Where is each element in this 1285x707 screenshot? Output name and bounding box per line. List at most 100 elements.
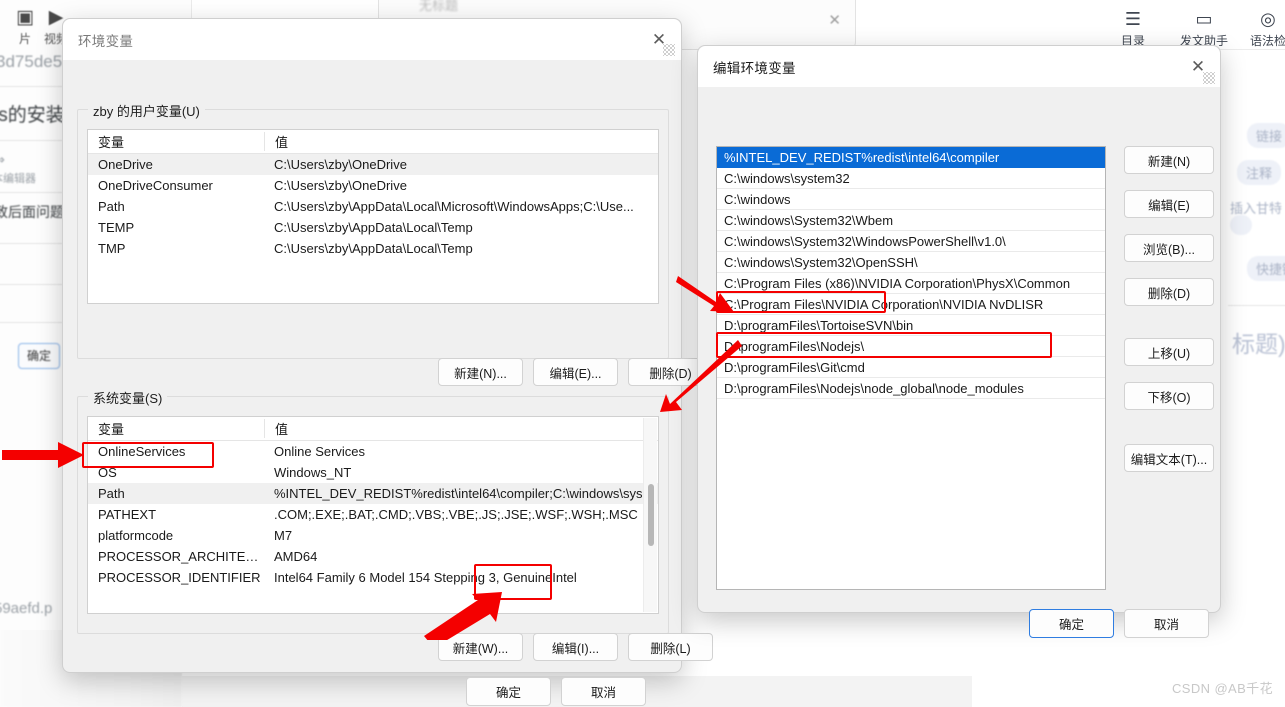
edit-dialog-resize-grip[interactable] <box>1203 72 1215 84</box>
background-pill-shortcut[interactable]: 快捷键 <box>1247 256 1285 281</box>
system-table-header: 变量 值 <box>88 417 658 441</box>
entry-browse-button[interactable]: 浏览(B)... <box>1124 234 1214 262</box>
list-item[interactable]: C:\windows\System32\Wbem <box>717 210 1105 231</box>
system-row-name: PROCESSOR_IDENTIFIER <box>98 570 261 585</box>
background-right-title: 标题) <box>1232 331 1285 357</box>
list-item[interactable]: C:\windows\system32 <box>717 168 1105 189</box>
background-mid-window-title: 无标题 <box>419 0 459 13</box>
entry-edit-text-button[interactable]: 编辑文本(T)... <box>1124 444 1214 472</box>
background-pill-link[interactable]: 链接 <box>1247 123 1285 148</box>
user-row-value: C:\Users\zby\OneDrive <box>274 178 407 193</box>
user-row-value: C:\Users\zby\AppData\Local\Temp <box>274 241 473 256</box>
list-item[interactable]: C:\windows\System32\WindowsPowerShell\v1… <box>717 231 1105 252</box>
user-row-name: TEMP <box>98 220 135 235</box>
entry-move-down-button[interactable]: 下移(O) <box>1124 382 1214 410</box>
table-row[interactable]: TMP C:\Users\zby\AppData\Local\Temp <box>88 238 658 259</box>
table-row[interactable]: platformcode M7 <box>88 525 658 546</box>
edit-cancel-button[interactable]: 取消 <box>1124 609 1209 638</box>
background-pill-comment[interactable]: 注释 <box>1237 160 1282 185</box>
system-row-name: OnlineServices <box>98 444 186 459</box>
list-item[interactable]: D:\programFiles\TortoiseSVN\bin <box>717 315 1105 336</box>
user-row-name: OneDriveConsumer <box>98 178 213 193</box>
system-table-col-name: 变量 <box>98 422 125 437</box>
system-row-value: Intel64 Family 6 Model 154 Stepping 3, G… <box>274 570 577 585</box>
system-delete-button[interactable]: 删除(L) <box>628 633 713 661</box>
table-row[interactable]: OnlineServices Online Services <box>88 441 658 462</box>
user-table-col-name: 变量 <box>98 135 125 150</box>
env-dialog-resize-grip[interactable] <box>663 44 675 56</box>
system-row-name: PATHEXT <box>98 507 157 522</box>
path-entries-listbox[interactable]: %INTEL_DEV_REDIST%redist\intel64\compile… <box>716 146 1106 590</box>
system-variables-table[interactable]: 变量 值 OnlineServices Online Services OS W… <box>87 416 659 614</box>
system-row-value: AMD64 <box>274 549 318 564</box>
env-dialog-titlebar: 环境变量 ✕ <box>63 19 681 61</box>
list-item[interactable]: %INTEL_DEV_REDIST%redist\intel64\compile… <box>717 147 1105 168</box>
system-row-name: PROCESSOR_ARCHITECT... <box>98 549 264 564</box>
system-row-name: platformcode <box>98 528 174 543</box>
environment-variables-dialog: 环境变量 ✕ zby 的用户变量(U) 变量 值 OneDrive C:\Use… <box>62 18 713 706</box>
list-item[interactable]: C:\windows <box>717 189 1105 210</box>
toc-icon[interactable]: ☰ 目录 <box>1112 10 1154 49</box>
table-row[interactable]: TEMP C:\Users\zby\AppData\Local\Temp <box>88 217 658 238</box>
user-row-value: C:\Users\zby\AppData\Local\Temp <box>274 220 473 235</box>
table-row[interactable]: PROCESSOR_IDENTIFIER Intel64 Family 6 Mo… <box>88 567 658 588</box>
background-text-install: js的安装 <box>0 105 65 126</box>
user-new-button[interactable]: 新建(N)... <box>438 358 523 386</box>
list-item[interactable]: D:\programFiles\Nodejs\ <box>717 336 1105 357</box>
system-table-scroll-thumb[interactable] <box>648 484 654 546</box>
list-item[interactable]: D:\programFiles\Nodejs\node_global\node_… <box>717 378 1105 399</box>
table-row[interactable]: PATHEXT .COM;.EXE;.BAT;.CMD;.VBS;.VBE;.J… <box>88 504 658 525</box>
background-text-hand: ⇒ <box>0 152 5 168</box>
edit-dialog-titlebar: 编辑环境变量 ✕ <box>698 46 1220 88</box>
table-row[interactable]: Path C:\Users\zby\AppData\Local\Microsof… <box>88 196 658 217</box>
list-item[interactable]: C:\Program Files (x86)\NVIDIA Corporatio… <box>717 273 1105 294</box>
env-ok-button[interactable]: 确定 <box>466 677 551 706</box>
system-variables-group-label: 系统变量(S) <box>88 388 168 407</box>
table-row[interactable]: OneDrive C:\Users\zby\OneDrive <box>88 154 658 175</box>
user-edit-button[interactable]: 编辑(E)... <box>533 358 618 386</box>
user-variables-table[interactable]: 变量 值 OneDrive C:\Users\zby\OneDrive OneD… <box>87 129 659 304</box>
grammar-icon[interactable]: ◎ 语法检 <box>1242 10 1285 49</box>
user-row-value: C:\Users\zby\OneDrive <box>274 157 407 172</box>
system-table-scrollbar[interactable] <box>643 418 657 612</box>
list-item[interactable]: C:\windows\System32\OpenSSH\ <box>717 252 1105 273</box>
table-row[interactable]: Path %INTEL_DEV_REDIST%redist\intel64\co… <box>88 483 658 504</box>
system-row-name: Path <box>98 486 125 501</box>
watermark: CSDN @AB千花 <box>1172 681 1273 696</box>
system-row-name: OS <box>98 465 117 480</box>
screenshot-root: ▣ 片 ▶ 视频 3d75de5 js的安装 ⇒ 本编辑器 致后面问题多 确定 … <box>0 0 1285 707</box>
table-row[interactable]: OS Windows_NT <box>88 462 658 483</box>
background-divider-right <box>1228 305 1285 306</box>
system-new-button[interactable]: 新建(W)... <box>438 633 523 661</box>
table-row[interactable]: OneDriveConsumer C:\Users\zby\OneDrive <box>88 175 658 196</box>
env-dialog-title: 环境变量 <box>78 33 134 49</box>
system-row-value: Online Services <box>274 444 366 459</box>
assistant-icon-glyph: ▭ <box>1195 9 1213 29</box>
grammar-icon-label: 语法检 <box>1249 34 1285 48</box>
user-row-name: Path <box>98 199 125 214</box>
entry-delete-button[interactable]: 删除(D) <box>1124 278 1214 306</box>
user-table-col-value: 值 <box>264 132 658 151</box>
table-row[interactable]: PROCESSOR_ARCHITECT... AMD64 <box>88 546 658 567</box>
background-pill-blob-2 <box>1230 215 1252 235</box>
background-text-hash: 3d75de5 <box>0 52 63 71</box>
background-mid-window-close-icon[interactable]: ✕ <box>828 11 841 29</box>
user-row-name: TMP <box>98 241 126 256</box>
edit-ok-button[interactable]: 确定 <box>1029 609 1114 638</box>
system-edit-button[interactable]: 编辑(I)... <box>533 633 618 661</box>
entry-new-button[interactable]: 新建(N) <box>1124 146 1214 174</box>
system-row-value: %INTEL_DEV_REDIST%redist\intel64\compile… <box>274 486 654 501</box>
assistant-icon[interactable]: ▭ 发文助手 <box>1173 10 1235 49</box>
list-item[interactable]: D:\programFiles\Git\cmd <box>717 357 1105 378</box>
edit-dialog-title: 编辑环境变量 <box>713 60 796 76</box>
system-row-value: M7 <box>274 528 293 543</box>
entry-edit-button[interactable]: 编辑(E) <box>1124 190 1214 218</box>
background-text-file: 59aefd.p <box>0 600 53 617</box>
background-ok-button[interactable]: 确定 <box>18 343 60 369</box>
user-table-header: 变量 值 <box>88 130 658 154</box>
entry-move-up-button[interactable]: 上移(U) <box>1124 338 1214 366</box>
env-cancel-button[interactable]: 取消 <box>561 677 646 706</box>
list-item[interactable]: C:\Program Files\NVIDIA Corporation\NVID… <box>717 294 1105 315</box>
system-row-value: Windows_NT <box>274 465 352 480</box>
user-row-value: C:\Users\zby\AppData\Local\Microsoft\Win… <box>274 199 634 214</box>
